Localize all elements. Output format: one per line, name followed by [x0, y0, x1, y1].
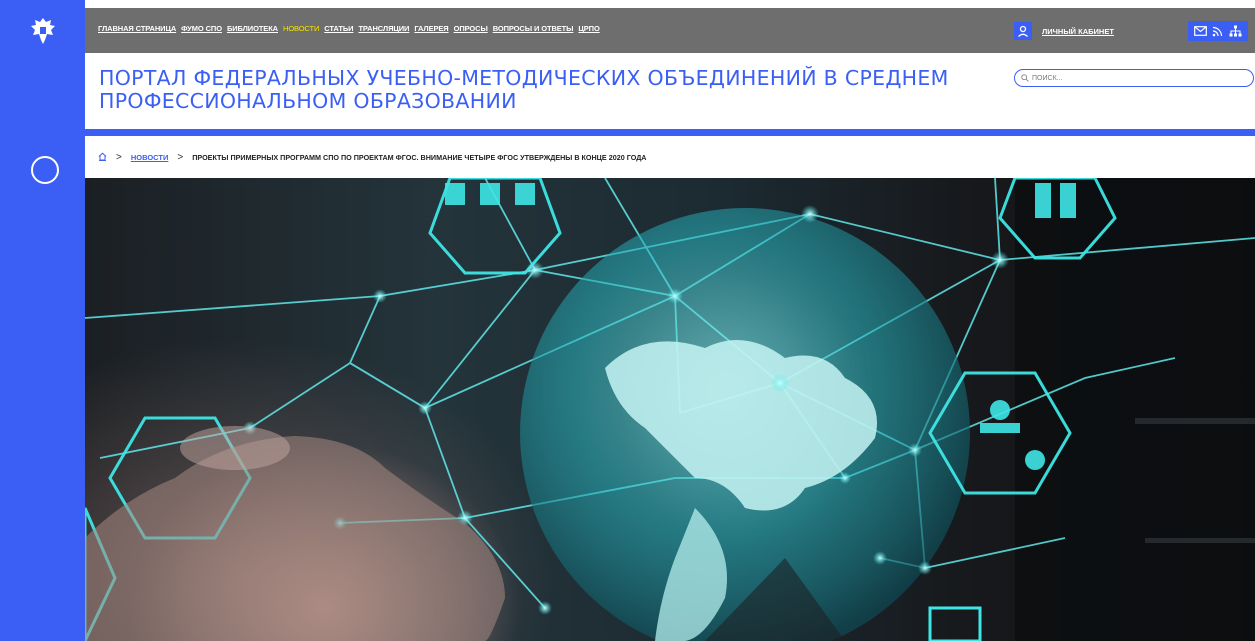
header-tools: [1188, 21, 1248, 41]
breadcrumb-separator: >: [177, 151, 184, 163]
nav-item[interactable]: БИБЛИОТЕКА: [227, 24, 278, 33]
account-link[interactable]: ЛИЧНЫЙ КАБИНЕТ: [1042, 27, 1114, 36]
search-icon: [1021, 74, 1029, 82]
nav-item[interactable]: ГЛАВНАЯ СТРАНИЦА: [98, 24, 176, 33]
nav-item[interactable]: НОВОСТИ: [283, 24, 319, 33]
personal-account[interactable]: ЛИЧНЫЙ КАБИНЕТ: [1014, 22, 1114, 40]
rss-icon[interactable]: [1211, 24, 1225, 38]
top-strip: [85, 0, 1255, 8]
header-divider: [85, 129, 1255, 136]
site-header: ПОРТАЛ ФЕДЕРАЛЬНЫХ УЧЕБНО-МЕТОДИЧЕСКИХ О…: [85, 53, 1255, 129]
breadcrumb-current: ПРОЕКТЫ ПРИМЕРНЫХ ПРОГРАММ СПО ПО ПРОЕКТ…: [192, 152, 647, 162]
nav-item[interactable]: ФУМО СПО: [181, 24, 222, 33]
rail-header-block: [0, 53, 85, 129]
nav-item[interactable]: ВОПРОСЫ И ОТВЕТЫ: [493, 24, 574, 33]
menu-circle-button[interactable]: [31, 156, 59, 184]
breadcrumb: > НОВОСТИ > ПРОЕКТЫ ПРИМЕРНЫХ ПРОГРАММ С…: [85, 136, 1255, 178]
home-icon[interactable]: [98, 148, 107, 166]
breadcrumb-news-link[interactable]: НОВОСТИ: [131, 153, 169, 162]
search-input[interactable]: [1032, 74, 1232, 82]
coat-of-arms-icon: [30, 17, 55, 44]
nav-item[interactable]: СТАТЬИ: [324, 24, 353, 33]
page: ГЛАВНАЯ СТРАНИЦА ФУМО СПО БИБЛИОТЕКА НОВОСТ…: [0, 0, 1255, 641]
sitemap-icon[interactable]: [1228, 24, 1242, 38]
nav-item[interactable]: ЦРПО: [578, 24, 599, 33]
breadcrumb-separator: >: [116, 151, 122, 163]
hero-illustration: [85, 178, 1255, 641]
hero-image: [85, 178, 1255, 641]
search-box[interactable]: [1014, 69, 1254, 87]
logo[interactable]: [0, 8, 85, 53]
mail-icon[interactable]: [1194, 24, 1208, 38]
nav-item[interactable]: ОПРОСЫ: [454, 24, 488, 33]
portal-title: ПОРТАЛ ФЕДЕРАЛЬНЫХ УЧЕБНО-МЕТОДИЧЕСКИХ О…: [99, 66, 949, 113]
nav-item[interactable]: ГАЛЕРЕЯ: [414, 24, 448, 33]
left-rail: [0, 0, 85, 641]
user-icon: [1014, 22, 1032, 40]
main-menu: ГЛАВНАЯ СТРАНИЦА ФУМО СПО БИБЛИОТЕКА НОВОСТ…: [98, 24, 600, 33]
top-nav: ГЛАВНАЯ СТРАНИЦА ФУМО СПО БИБЛИОТЕКА НОВОСТ…: [85, 8, 1255, 53]
nav-item[interactable]: ТРАНСЛЯЦИИ: [358, 24, 409, 33]
